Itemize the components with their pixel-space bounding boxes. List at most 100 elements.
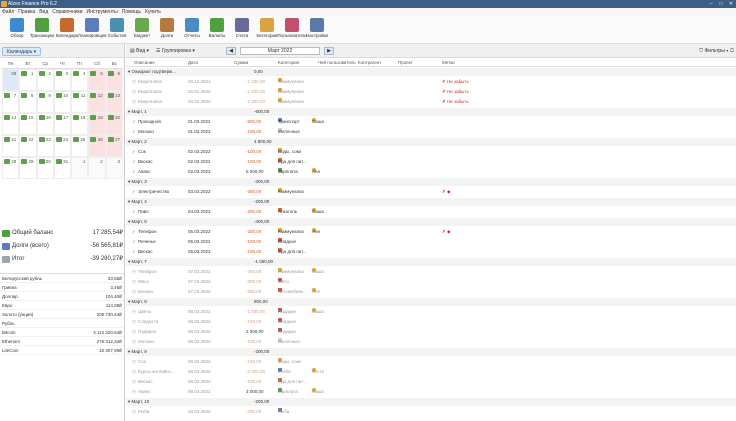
calendar-day[interactable]: 3 (53, 69, 72, 91)
view-button[interactable]: ▤ Вид ▾ (130, 44, 149, 58)
day-group-row[interactable]: ▾ Март, 5 -400,00 (126, 218, 736, 226)
transaction-row[interactable]: ◷ Квартплата 20.02.2022 -1 000,00 Коммуналка… (126, 98, 736, 106)
transaction-row[interactable]: ◷ Курсы английск... 09.03.2022 -2 000,00 Уче… (126, 368, 736, 376)
calendar-day[interactable]: 9 (36, 91, 54, 113)
transaction-tags[interactable]: ✗ Не забыть (442, 88, 469, 96)
day-group-row[interactable]: ▾ Март, 8 800,00 (126, 298, 736, 306)
column-header[interactable]: Чей пользователь (318, 59, 356, 67)
balance-row[interactable]: Итог -39 280,27₽ (2, 253, 123, 266)
rate-row[interactable]: Etherium 276 312,34₽ (0, 337, 124, 346)
transaction-row[interactable]: ◷ Молоко 08.03.2022 -100,00 Молочные (126, 338, 736, 346)
menu-item[interactable]: Справочники (52, 9, 82, 15)
transaction-row[interactable]: ◷ Аванс 09.03.2022 3 000,00 Зарплата Саша (126, 388, 736, 396)
calendar-day[interactable]: 2 (36, 69, 54, 91)
transaction-row[interactable]: ◷ Мясо 07.03.2022 -300,00 Мясо (126, 278, 736, 286)
transaction-row[interactable]: ◷ Телефон 07.03.2022 -250,00 Коммуналка Саша (126, 268, 736, 276)
close-button[interactable]: ✕ (726, 0, 736, 8)
menu-item[interactable]: Купить (145, 9, 161, 15)
calendar-day[interactable]: 6 (105, 69, 123, 91)
calendar-day[interactable]: 19 (88, 113, 106, 135)
menu-item[interactable]: Правка (18, 9, 35, 15)
rate-row[interactable]: Гривна 3,46₽ (0, 283, 124, 292)
calendar-day[interactable]: 20 (105, 113, 123, 135)
day-group-row[interactable]: ▾ Март, 1 -600,00 (126, 108, 736, 116)
filters-button[interactable]: ⛉ Фильтры ▾ ▢ (699, 44, 734, 58)
calendar-day[interactable]: 26 (88, 135, 106, 157)
transaction-row[interactable]: ✓ Телефон 05.03.2022 -200,00 Коммуналка Аня ✗ … (126, 228, 736, 236)
day-group-row[interactable]: ▾ Март, 10 -200,00 (126, 398, 736, 406)
calendar-day[interactable]: 4 (71, 69, 89, 91)
transaction-row[interactable]: ✓ Сок 02.03.2022 -100,00 Воды, соки (126, 148, 736, 156)
calendar-day[interactable]: 31 (53, 157, 72, 179)
transaction-row[interactable]: ◷ Цветы 08.03.2022 -1 000,00 Подарки Саша (126, 308, 736, 316)
day-group-row[interactable]: ▾ Март, 3 -300,00 (126, 178, 736, 186)
calendar-day[interactable]: 5 (88, 69, 106, 91)
transaction-row[interactable]: ◷ Подарок 08.03.2022 2 000,00 Подарки (126, 328, 736, 336)
transaction-row[interactable]: ◷ Квартплата 20.12.2021 -1 000,00 Коммуналка… (126, 78, 736, 86)
day-group-row[interactable]: ▾ Март, 2 4 800,00 (126, 138, 736, 146)
column-header[interactable]: Метки (442, 59, 455, 67)
grouping-button[interactable]: ☰ Группировка ▾ (156, 44, 195, 58)
calendar-day[interactable]: 28 (2, 69, 20, 91)
minimize-button[interactable]: – (706, 0, 716, 8)
calendar-day[interactable]: 15 (19, 113, 37, 135)
balance-row[interactable]: Общий баланс 17 285,54₽ (2, 227, 123, 240)
rate-row[interactable]: Евро 114,08₽ (0, 301, 124, 310)
transaction-row[interactable]: ✓ Пиво 04.03.2022 -200,00 Алкоголь Саша (126, 208, 736, 216)
rate-row[interactable]: Белорусский рубль 33,55₽ (0, 274, 124, 283)
calendar-day[interactable]: 12 (88, 91, 106, 113)
transaction-row[interactable]: ✓ Аванс 02.03.2022 5 000,00 Зарплата Аня (126, 168, 736, 176)
transaction-row[interactable]: ◷ Сок 09.03.2022 -100,00 Воды, соки (126, 358, 736, 366)
calendar-day[interactable]: 25 (71, 135, 89, 157)
calendar-day[interactable]: 14 (2, 113, 20, 135)
transaction-row[interactable]: ✓ Электричество 03.03.2022 -300,00 Коммуналк… (126, 188, 736, 196)
transaction-row[interactable]: ◷ Вискас 09.03.2022 -100,00 Еда для пит... (126, 378, 736, 386)
period-selector[interactable]: Март 2022 (240, 47, 320, 55)
column-header[interactable]: Проект (398, 59, 413, 67)
calendar-day[interactable]: 10 (53, 91, 72, 113)
transaction-tags[interactable]: ✗ Не забыть (442, 78, 469, 86)
calendar-day[interactable]: 22 (19, 135, 37, 157)
day-group-row[interactable]: ▾ Март, 4 -200,00 (126, 198, 736, 206)
calendar-day[interactable]: 7 (2, 91, 20, 113)
menu-item[interactable]: Файл (2, 9, 14, 15)
calendar-day[interactable]: 24 (53, 135, 72, 157)
column-header[interactable]: Дата (188, 59, 198, 67)
calendar-day[interactable]: 21 (2, 135, 20, 157)
toolbar-button[interactable]: Настройки (302, 18, 332, 38)
transaction-row[interactable]: ✓ Печенье 05.03.2022 -100,00 Сладкое (126, 238, 736, 246)
day-group-row[interactable]: ▾ Ожидают подтверж... 0,00 (126, 68, 736, 76)
menu-item[interactable]: Вид (39, 9, 48, 15)
calendar-view-dropdown[interactable]: Календарь ▾ (2, 47, 42, 56)
menu-item[interactable]: Помощь (122, 9, 141, 15)
calendar-day[interactable]: 2 (88, 157, 106, 179)
rate-row[interactable]: LiteCoin 10 307,99₽ (0, 346, 124, 355)
calendar-day[interactable]: 28 (2, 157, 20, 179)
column-header[interactable]: Описание (134, 59, 155, 67)
calendar-day[interactable]: 1 (19, 69, 37, 91)
transaction-row[interactable]: ✓ Вискас 02.03.2022 -100,00 Еда для пит... (126, 158, 736, 166)
transaction-row[interactable]: ◷ Бензин 07.03.2022 -500,00 Автомобиль Аня (126, 288, 736, 296)
transaction-tags[interactable]: ✗ Не забыть (442, 98, 469, 106)
calendar-day[interactable]: 29 (19, 157, 37, 179)
calendar-day[interactable]: 17 (53, 113, 72, 135)
transaction-row[interactable]: ◷ Рыба 10.03.2022 -200,00 Рыба (126, 408, 736, 416)
transaction-row[interactable]: ✓ Проездной 01.03.2022 -500,00 Транспорт Саша (126, 118, 736, 126)
rate-row[interactable]: Bitcoin 4 112 320,54₽ (0, 328, 124, 337)
transaction-row[interactable]: ◷ Квартплата 20.01.2022 -1 000,00 Коммуналка… (126, 88, 736, 96)
rate-row[interactable]: Доллар 104,40₽ (0, 292, 124, 301)
calendar-day[interactable]: 18 (71, 113, 89, 135)
maximize-button[interactable]: □ (716, 0, 726, 8)
calendar-day[interactable]: 30 (36, 157, 54, 179)
column-header[interactable]: Категория (278, 59, 299, 67)
transaction-row[interactable]: ✓ Молоко 01.03.2022 -100,00 Молочные (126, 128, 736, 136)
calendar-day[interactable]: 8 (19, 91, 37, 113)
calendar-day[interactable]: 13 (105, 91, 123, 113)
calendar-day[interactable]: 11 (71, 91, 89, 113)
transaction-row[interactable]: ◷ Сладости 08.03.2022 -100,00 Сладкое (126, 318, 736, 326)
column-header[interactable]: Сумма (234, 59, 248, 67)
balance-row[interactable]: Долги (всего) -56 565,81₽ (2, 240, 123, 253)
calendar-day[interactable]: 16 (36, 113, 54, 135)
calendar-day[interactable]: 23 (36, 135, 54, 157)
calendar-day[interactable]: 27 (105, 135, 123, 157)
